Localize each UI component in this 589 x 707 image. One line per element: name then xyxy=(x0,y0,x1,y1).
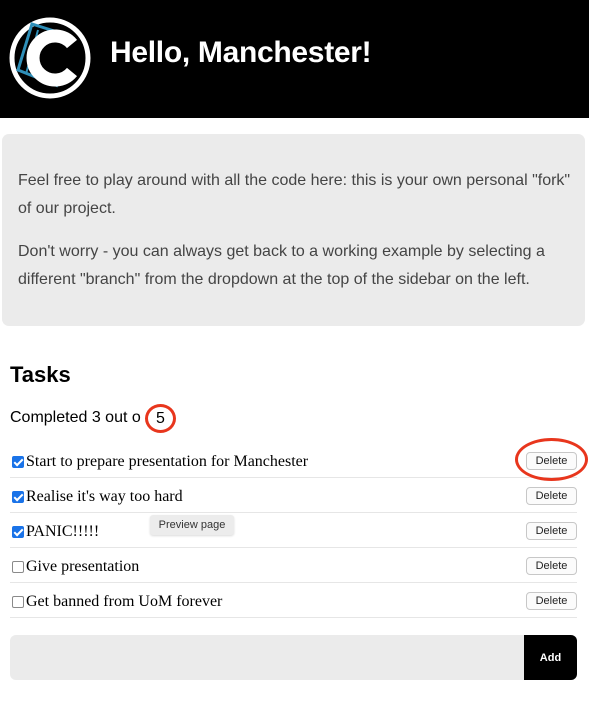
delete-task-button[interactable]: Delete xyxy=(526,592,577,610)
task-checkbox[interactable] xyxy=(12,561,24,573)
task-list: Start to prepare presentation for Manche… xyxy=(10,443,577,618)
delete-task-button[interactable]: Delete xyxy=(526,522,577,540)
task-text: Start to prepare presentation for Manche… xyxy=(26,453,309,470)
task-text: PANIC!!!!! xyxy=(26,523,100,540)
task-row: Get banned from UoM forever Delete xyxy=(10,583,577,618)
task-checkbox[interactable] xyxy=(12,456,24,468)
task-checkbox[interactable] xyxy=(12,526,24,538)
delete-task-button[interactable]: Delete xyxy=(526,557,577,575)
task-checkbox[interactable] xyxy=(12,491,24,503)
task-row: Realise it's way too hard Delete xyxy=(10,478,577,513)
page-title: Hello, Manchester! xyxy=(110,36,372,69)
tasks-heading: Tasks xyxy=(10,362,71,387)
task-checkbox[interactable] xyxy=(12,596,24,608)
task-text: Get banned from UoM forever xyxy=(26,593,223,610)
delete-task-button[interactable]: Delete xyxy=(526,452,577,470)
task-row: Give presentation Delete xyxy=(10,548,577,583)
annotation-circle-total: 5 xyxy=(145,404,176,433)
task-row: Start to prepare presentation for Manche… xyxy=(10,443,577,478)
notice-paragraph-fork: Feel free to play around with all the co… xyxy=(18,172,571,217)
completed-summary: Completed 3 out o xyxy=(10,409,141,426)
preview-page-tooltip: Preview page xyxy=(150,515,234,535)
new-task-input[interactable] xyxy=(10,635,524,680)
notice-paragraph-branch: Don't worry - you can always get back to… xyxy=(18,243,545,288)
task-row: PANIC!!!!! Delete xyxy=(10,513,577,548)
task-text: Give presentation xyxy=(26,558,140,575)
c-logo-icon xyxy=(9,17,91,99)
add-task-button[interactable]: Add xyxy=(524,635,577,680)
info-notice: Feel free to play around with all the co… xyxy=(2,134,585,326)
app-header: Hello, Manchester! xyxy=(0,0,589,118)
task-total-count: 5 xyxy=(156,409,165,427)
delete-task-button[interactable]: Delete xyxy=(526,487,577,505)
task-text: Realise it's way too hard xyxy=(26,488,183,505)
add-task-form: Add xyxy=(10,635,577,680)
